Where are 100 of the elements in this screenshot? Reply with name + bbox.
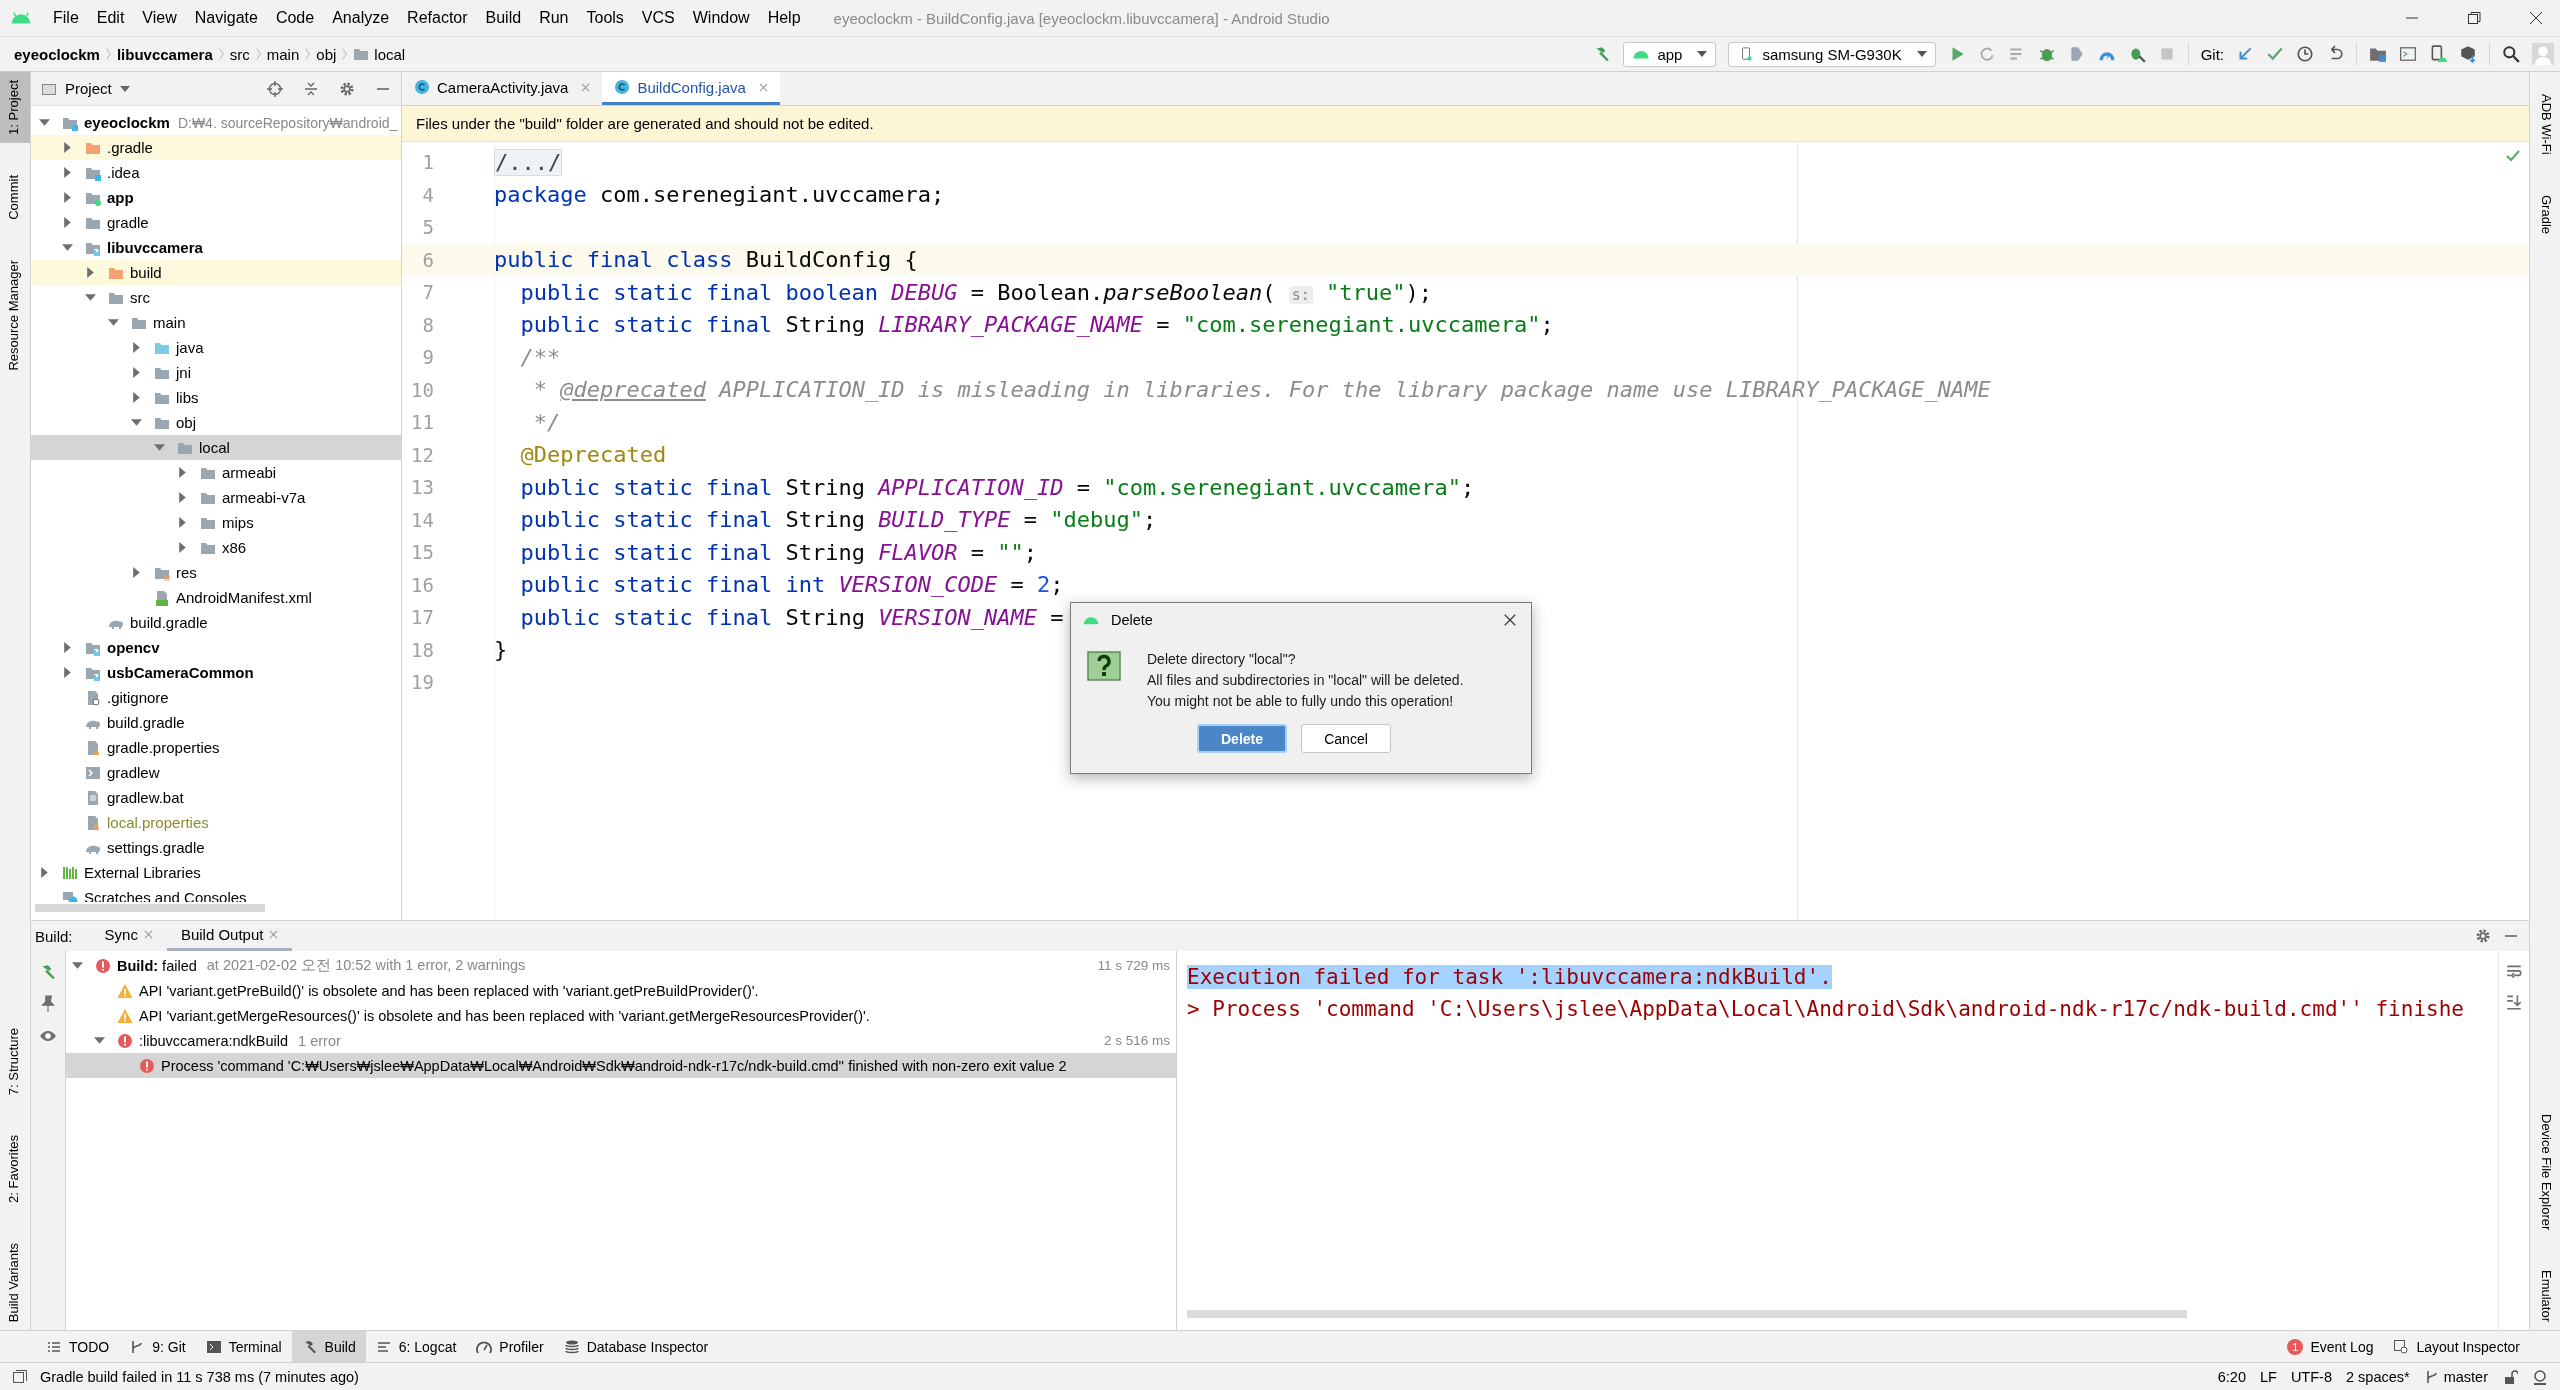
collapsed-arrow-icon[interactable] (39, 867, 50, 878)
menu-item[interactable]: Run (530, 9, 578, 27)
collapsed-arrow-icon[interactable] (62, 192, 73, 203)
tool-window-tab[interactable]: Build Variants (0, 1234, 30, 1330)
avd-manager-icon[interactable] (2429, 45, 2447, 63)
project-structure-icon[interactable] (2369, 45, 2387, 63)
tree-item[interactable]: libuvccamera (31, 235, 401, 260)
search-icon[interactable] (2502, 45, 2520, 63)
tree-item[interactable]: src (31, 285, 401, 310)
tree-item[interactable]: eyeoclockm D:₩4. sourceRepository₩android_ (31, 110, 401, 135)
tree-item[interactable]: build.gradle (31, 610, 401, 635)
device-dropdown[interactable]: samsung SM-G930K (1728, 41, 1936, 67)
history-icon[interactable] (2296, 45, 2314, 63)
tree-item[interactable]: main (31, 310, 401, 335)
collapsed-arrow-icon[interactable] (177, 492, 188, 503)
project-view-dropdown[interactable]: Project (65, 80, 130, 97)
soft-wrap-icon[interactable] (2505, 963, 2523, 981)
scroll-to-end-icon[interactable] (2505, 993, 2523, 1011)
breadcrumb[interactable]: src (229, 45, 250, 63)
locate-icon[interactable] (267, 80, 283, 97)
breadcrumb[interactable]: eyeoclockm (14, 45, 100, 63)
tool-window-tab[interactable]: 1: Project (0, 72, 30, 143)
collapsed-arrow-icon[interactable] (131, 342, 142, 353)
run-config-dropdown[interactable]: app (1623, 41, 1717, 67)
tool-window-tab[interactable]: Device File Explorer (2530, 1105, 2560, 1238)
menu-item[interactable]: View (133, 9, 186, 27)
tool-window-button[interactable]: Database Inspector (553, 1331, 719, 1362)
tree-item[interactable]: .gradle (31, 135, 401, 160)
panel-tab[interactable]: Sync (90, 921, 167, 951)
editor-tab[interactable]: BuildConfig.java (602, 72, 780, 105)
tool-window-button[interactable]: 6: Logcat (365, 1331, 467, 1362)
settings-icon[interactable] (339, 80, 355, 97)
collapsed-arrow-icon[interactable] (62, 642, 73, 653)
tool-window-button[interactable]: Profiler (466, 1331, 554, 1362)
lock-icon[interactable] (2502, 1368, 2518, 1385)
tree-item[interactable]: local (31, 435, 401, 460)
expanded-arrow-icon[interactable] (108, 317, 119, 328)
menu-item[interactable]: VCS (632, 9, 684, 27)
tool-window-tab[interactable]: Emulator (2530, 1261, 2560, 1330)
tree-item[interactable]: libs (31, 385, 401, 410)
menu-item[interactable]: Window (683, 9, 759, 27)
build-tree-item[interactable]: API 'variant.getMergeResources()' is obsolete and has been replaced with 'variant.getMergeResourcesProvider()'. (66, 1003, 1176, 1028)
tree-item[interactable]: usbCameraCommon (31, 660, 401, 685)
tool-window-tab[interactable]: Commit (0, 166, 30, 228)
tool-window-tab[interactable]: 2: Favorites (0, 1126, 30, 1211)
expanded-arrow-icon[interactable] (62, 242, 73, 253)
pin-icon[interactable] (39, 995, 57, 1013)
expanded-arrow-icon[interactable] (154, 442, 165, 453)
expanded-arrow-icon[interactable] (94, 1035, 105, 1046)
tree-item[interactable]: mips (31, 510, 401, 535)
tree-item[interactable]: java (31, 335, 401, 360)
tool-window-button[interactable]: Build (291, 1331, 366, 1362)
status-item[interactable]: UTF-8 (2290, 1368, 2332, 1385)
commit-icon[interactable] (2266, 45, 2284, 63)
menu-item[interactable]: Analyze (323, 9, 399, 27)
collapsed-arrow-icon[interactable] (131, 392, 142, 403)
tree-item[interactable]: app (31, 185, 401, 210)
tool-window-button[interactable]: Layout Inspector (2383, 1331, 2530, 1362)
tool-window-button[interactable]: 9: Git (119, 1331, 196, 1362)
tree-item[interactable]: .gitignore (31, 685, 401, 710)
cancel-button[interactable]: Cancel (1301, 724, 1391, 753)
tree-item[interactable]: local.properties (31, 810, 401, 835)
expanded-arrow-icon[interactable] (131, 417, 142, 428)
close-icon[interactable] (2528, 10, 2544, 26)
status-item[interactable]: 6:20 (2217, 1368, 2246, 1385)
close-icon[interactable] (1503, 613, 1517, 627)
collapsed-arrow-icon[interactable] (62, 667, 73, 678)
menu-item[interactable]: Edit (87, 9, 134, 27)
tree-item[interactable]: AndroidManifest.xml (31, 585, 401, 610)
tree-item[interactable]: gradle (31, 210, 401, 235)
settings-icon[interactable] (2475, 928, 2491, 944)
collapse-all-icon[interactable] (303, 80, 319, 97)
tree-item[interactable]: gradle.properties (31, 735, 401, 760)
collapsed-arrow-icon[interactable] (62, 167, 73, 178)
tree-item[interactable]: obj (31, 410, 401, 435)
tool-window-tab[interactable]: ADB Wi-Fi (2530, 86, 2560, 163)
collapsed-arrow-icon[interactable] (85, 267, 96, 278)
tool-window-button[interactable]: TODO (36, 1331, 120, 1362)
collapsed-arrow-icon[interactable] (62, 142, 73, 153)
tree-item[interactable]: External Libraries (31, 860, 401, 885)
menu-item[interactable]: Help (758, 9, 810, 27)
tree-item[interactable]: x86 (31, 535, 401, 560)
tree-item[interactable]: gradlew (31, 760, 401, 785)
tree-item[interactable]: settings.gradle (31, 835, 401, 860)
build-tree-item[interactable]: Process 'command 'C:₩Users₩jslee₩AppData₩Local₩Android₩Sdk₩android-ndk-r17c/ndk-build.cmd'' finished with non-zero exit value 2 (66, 1053, 1176, 1078)
breadcrumb[interactable]: local (374, 45, 406, 63)
collapsed-arrow-icon[interactable] (177, 467, 188, 478)
tool-window-tab[interactable]: 7: Structure (0, 1019, 30, 1103)
collapsed-arrow-icon[interactable] (62, 217, 73, 228)
editor-tab[interactable]: CameraActivity.java (402, 72, 603, 105)
panel-toggle-icon[interactable] (12, 1368, 28, 1385)
update-icon[interactable] (2236, 45, 2254, 63)
collapsed-arrow-icon[interactable] (131, 367, 142, 378)
tool-window-button[interactable]: Terminal (195, 1331, 292, 1362)
tree-item[interactable]: build (31, 260, 401, 285)
build-tree-item[interactable]: API 'variant.getPreBuild()' is obsolete and has been replaced with 'variant.getPreBuildProvider()'. (66, 978, 1176, 1003)
collapsed-arrow-icon[interactable] (177, 517, 188, 528)
tree-item[interactable]: jni (31, 360, 401, 385)
tree-item[interactable]: armeabi-v7a (31, 485, 401, 510)
menu-item[interactable]: File (44, 9, 88, 27)
